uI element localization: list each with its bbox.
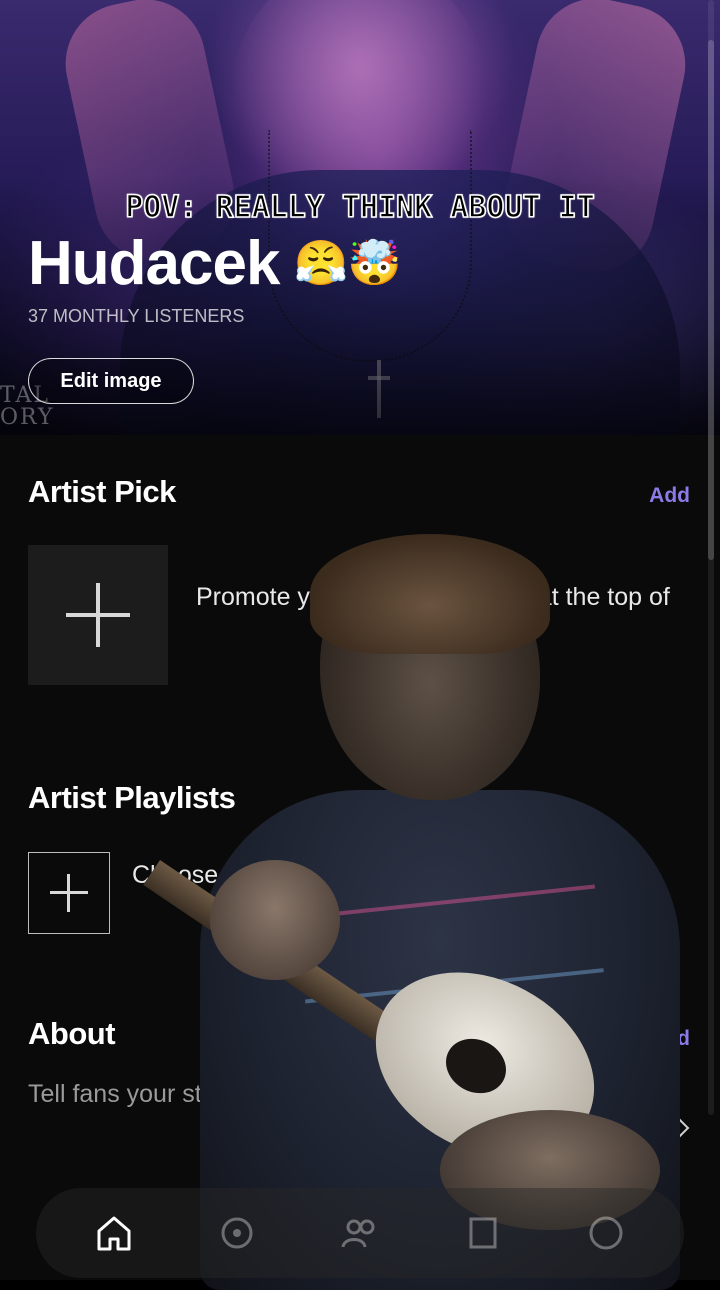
artist-name: Hudacek 😤🤯 — [28, 226, 402, 302]
plus-icon — [50, 874, 88, 912]
artist-playlists-title: Artist Playlists — [28, 780, 236, 815]
about-title: About — [28, 1016, 116, 1051]
library-icon[interactable] — [463, 1213, 503, 1253]
plus-icon — [66, 583, 130, 647]
scrollbar[interactable] — [708, 0, 714, 1115]
home-icon[interactable] — [94, 1213, 134, 1253]
artist-pick-title: Artist Pick — [28, 474, 176, 509]
artist-emoji: 😤🤯 — [293, 239, 402, 288]
about-add-button[interactable]: Add — [649, 1027, 690, 1051]
edit-image-button[interactable]: Edit image — [28, 358, 194, 404]
artist-pick-add-tile[interactable] — [28, 545, 168, 685]
artist-pick-add-button[interactable]: Add — [649, 484, 690, 508]
monthly-listeners: 37 MONTHLY LISTENERS — [28, 306, 245, 326]
bottom-navigation — [36, 1188, 684, 1278]
artist-name-text: Hudacek — [28, 229, 280, 298]
video-caption: POV: REALLY THINK ABOUT IT — [124, 189, 595, 226]
artist-playlists-description: Choose ... tify to featur — [132, 861, 384, 889]
audience-icon[interactable] — [340, 1213, 380, 1253]
artist-playlist-add-tile[interactable] — [28, 852, 110, 934]
music-icon[interactable] — [217, 1213, 257, 1253]
profile-icon[interactable] — [586, 1213, 626, 1253]
about-description: Tell fans your sto... want. You've got 1… — [28, 1080, 595, 1108]
artist-pick-description: Promote your ... feature music at the to… — [196, 583, 670, 611]
scrollbar-thumb[interactable] — [708, 40, 714, 560]
